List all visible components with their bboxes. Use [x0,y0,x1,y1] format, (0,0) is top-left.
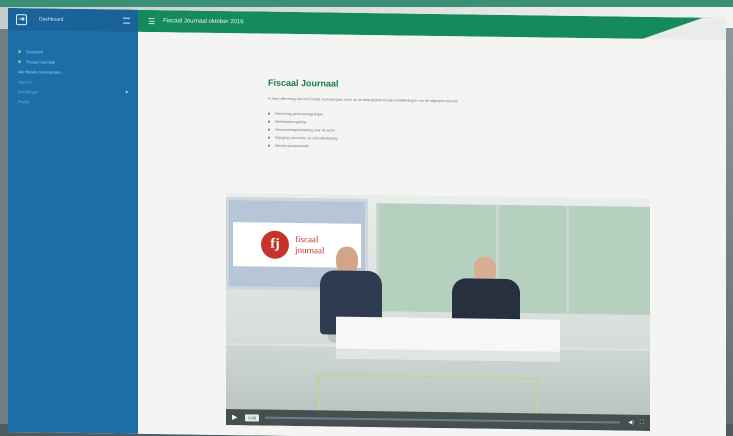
sidebar-item-label: Overzicht [26,48,43,54]
main-content: Fiscaal Journaal In deze aflevering van … [138,31,726,436]
sidebar-item-label: Profiel [18,98,30,104]
monitor-screen: ⇥ Dashboard Overzicht Fiscaal Journaal A… [8,8,726,436]
chevron-down-icon[interactable]: ▾ [125,90,128,96]
sidebar-item-label: Alle fiscale onderwerpen [18,68,62,75]
brand-line1: fiscaal [295,234,319,245]
sidebar-item-label: Agenda [18,78,32,84]
brand-line2: journaal [295,245,325,256]
topic-list: Herziening pensioenregelingen Werkkosten… [268,110,628,155]
brand-name: fiscaal journaal [295,234,325,256]
sidebar: ⇥ Dashboard Overzicht Fiscaal Journaal A… [8,8,138,434]
time-display: 0:00 [245,413,260,422]
article: Fiscaal Journaal In deze aflevering van … [268,78,628,155]
page-title: Fiscaal Journaal oktober 2016 [163,18,244,26]
play-icon[interactable]: ▶ [232,413,237,421]
sidebar-nav: Overzicht Fiscaal Journaal Alle fiscale … [8,30,138,108]
app-logo-icon[interactable]: ⇥ [16,13,27,25]
menu-icon[interactable]: ☰ [148,16,155,25]
sidebar-header: ⇥ Dashboard [8,8,138,32]
fullscreen-icon[interactable]: ⛶ [640,419,644,426]
sidebar-item-profiel[interactable]: Profiel [8,96,138,108]
photo-top-strip [0,0,733,7]
volume-icon[interactable]: ◀) [628,420,634,426]
article-intro: In deze aflevering van het Fiscaal Journ… [268,96,459,104]
bullet-dot-icon [18,49,21,53]
video-player[interactable]: fj fiscaal journaal ▶ 0:00 ◀) ⛶ [226,193,650,431]
article-title: Fiscaal Journaal [268,77,339,89]
sidebar-item-label: Fiscaal Journaal [26,58,56,65]
studio-panel [566,205,650,315]
progress-track[interactable] [265,416,621,424]
studio-desk [336,316,560,362]
fiscaal-journaal-logo: fj [261,230,289,259]
bullet-dot-icon [18,59,21,63]
sidebar-item-label: Instellingen [18,88,39,94]
sidebar-title: Dashboard [39,16,64,23]
sidebar-toggle-icon[interactable] [123,17,130,24]
